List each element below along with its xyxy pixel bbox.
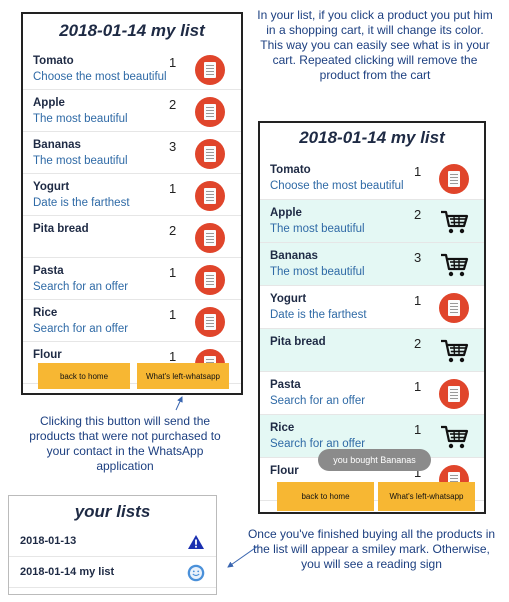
product-row[interactable]: Apple The most beautiful 2 — [23, 90, 241, 132]
product-name: Rice — [270, 422, 295, 434]
doc-icon[interactable] — [439, 164, 469, 194]
smiley-icon — [187, 564, 205, 582]
shopping-cart-icon[interactable] — [439, 250, 469, 280]
product-quantity: 2 — [414, 336, 422, 351]
product-row-in-cart[interactable]: Bananas The most beautiful 3 — [260, 243, 484, 286]
doc-icon[interactable] — [439, 379, 469, 409]
list-title: 2018-01-14 my list — [299, 128, 445, 147]
product-quantity: 3 — [169, 139, 177, 154]
product-note: Choose the most beautiful — [33, 71, 167, 83]
product-note: Search for an offer — [270, 395, 366, 407]
annotation-status-explanation: Once you've finished buying all the prod… — [247, 527, 496, 571]
product-name: Tomato — [33, 55, 74, 67]
list-item[interactable]: 2018-01-14 my list — [9, 557, 216, 588]
product-note: Date is the farthest — [33, 197, 130, 209]
shopping-cart-icon[interactable] — [439, 422, 469, 452]
product-name: Tomato — [270, 164, 311, 176]
product-name: Bananas — [270, 250, 318, 262]
product-quantity: 2 — [414, 207, 422, 222]
doc-icon[interactable] — [195, 97, 225, 127]
doc-icon[interactable] — [195, 181, 225, 211]
product-name: Yogurt — [270, 293, 307, 305]
product-quantity: 3 — [414, 250, 422, 265]
annotation-cart-explanation: In your list, if you click a product you… — [257, 8, 493, 82]
product-row[interactable]: Pasta Search for an offer 1 — [260, 372, 484, 415]
product-row[interactable]: Tomato Choose the most beautiful 1 — [23, 48, 241, 90]
product-name: Rice — [33, 307, 58, 319]
product-quantity: 2 — [169, 223, 177, 238]
product-quantity: 1 — [169, 265, 177, 280]
product-name: Pasta — [270, 379, 301, 391]
product-note: Search for an offer — [33, 281, 129, 293]
product-name: Pita bread — [270, 336, 326, 348]
product-quantity: 1 — [414, 422, 422, 437]
warning-icon — [188, 535, 204, 549]
shopping-cart-icon[interactable] — [439, 336, 469, 366]
phone-screen-list-with-cart: 2018-01-14 my list Tomato Choose the mos… — [258, 121, 486, 514]
doc-icon[interactable] — [195, 223, 225, 253]
whatsapp-send-button[interactable]: What's left-whatsapp — [378, 482, 475, 511]
product-note: Date is the farthest — [270, 309, 367, 321]
product-quantity: 1 — [414, 164, 422, 179]
product-row[interactable]: Rice Search for an offer 1 — [23, 300, 241, 342]
product-row[interactable]: Bananas The most beautiful 3 — [23, 132, 241, 174]
product-quantity: 1 — [414, 293, 422, 308]
whatsapp-send-button[interactable]: What's left-whatsapp — [137, 363, 229, 389]
doc-icon[interactable] — [195, 307, 225, 337]
product-list: Tomato Choose the most beautiful 1 Apple… — [23, 48, 241, 384]
list-item-label: 2018-01-13 — [20, 535, 77, 547]
product-note: The most beautiful — [33, 113, 128, 125]
product-row[interactable]: Pasta Search for an offer 1 — [23, 258, 241, 300]
lists-title: your lists — [74, 502, 151, 521]
list-item[interactable]: 2018-01-13 — [9, 526, 216, 557]
product-row[interactable]: Yogurt Date is the farthest 1 — [23, 174, 241, 216]
product-quantity: 1 — [414, 379, 422, 394]
shopping-cart-icon[interactable] — [439, 207, 469, 237]
product-note: Choose the most beautiful — [270, 180, 404, 192]
product-quantity: 1 — [169, 307, 177, 322]
product-row-in-cart[interactable]: Pita bread 2 — [260, 329, 484, 372]
your-lists-panel: your lists 2018-01-13 2018-01-14 my list — [8, 495, 217, 595]
product-quantity: 1 — [169, 181, 177, 196]
annotation-whatsapp-explanation: Clicking this button will send the produ… — [29, 414, 221, 473]
doc-icon[interactable] — [195, 265, 225, 295]
phone-screen-list: 2018-01-14 my list Tomato Choose the mos… — [21, 12, 243, 395]
product-name: Apple — [33, 97, 65, 109]
product-name: Apple — [270, 207, 302, 219]
doc-icon[interactable] — [439, 293, 469, 323]
doc-icon[interactable] — [195, 139, 225, 169]
product-name: Flour — [270, 465, 299, 477]
product-row[interactable]: Yogurt Date is the farthest 1 — [260, 286, 484, 329]
product-row[interactable]: Tomato Choose the most beautiful 1 — [260, 157, 484, 200]
product-name: Flour — [33, 349, 62, 361]
list-item-label: 2018-01-14 my list — [20, 566, 115, 578]
product-quantity: 1 — [169, 349, 177, 364]
back-to-home-button[interactable]: back to home — [38, 363, 130, 389]
doc-icon[interactable] — [195, 55, 225, 85]
product-row-in-cart[interactable]: Apple The most beautiful 2 — [260, 200, 484, 243]
product-note: The most beautiful — [33, 155, 128, 167]
product-quantity: 1 — [169, 55, 177, 70]
back-to-home-button[interactable]: back to home — [277, 482, 374, 511]
list-title: 2018-01-14 my list — [59, 21, 205, 40]
product-name: Pita bread — [33, 223, 89, 235]
product-note: The most beautiful — [270, 223, 365, 235]
product-name: Pasta — [33, 265, 64, 277]
product-quantity: 2 — [169, 97, 177, 112]
product-name: Yogurt — [33, 181, 70, 193]
toast-message: you bought Bananas — [318, 449, 431, 471]
arrow-to-whatsapp-button — [175, 396, 183, 411]
product-name: Bananas — [33, 139, 81, 151]
product-note: The most beautiful — [270, 266, 365, 278]
product-row[interactable]: Pita bread 2 — [23, 216, 241, 258]
product-note: Search for an offer — [33, 323, 129, 335]
